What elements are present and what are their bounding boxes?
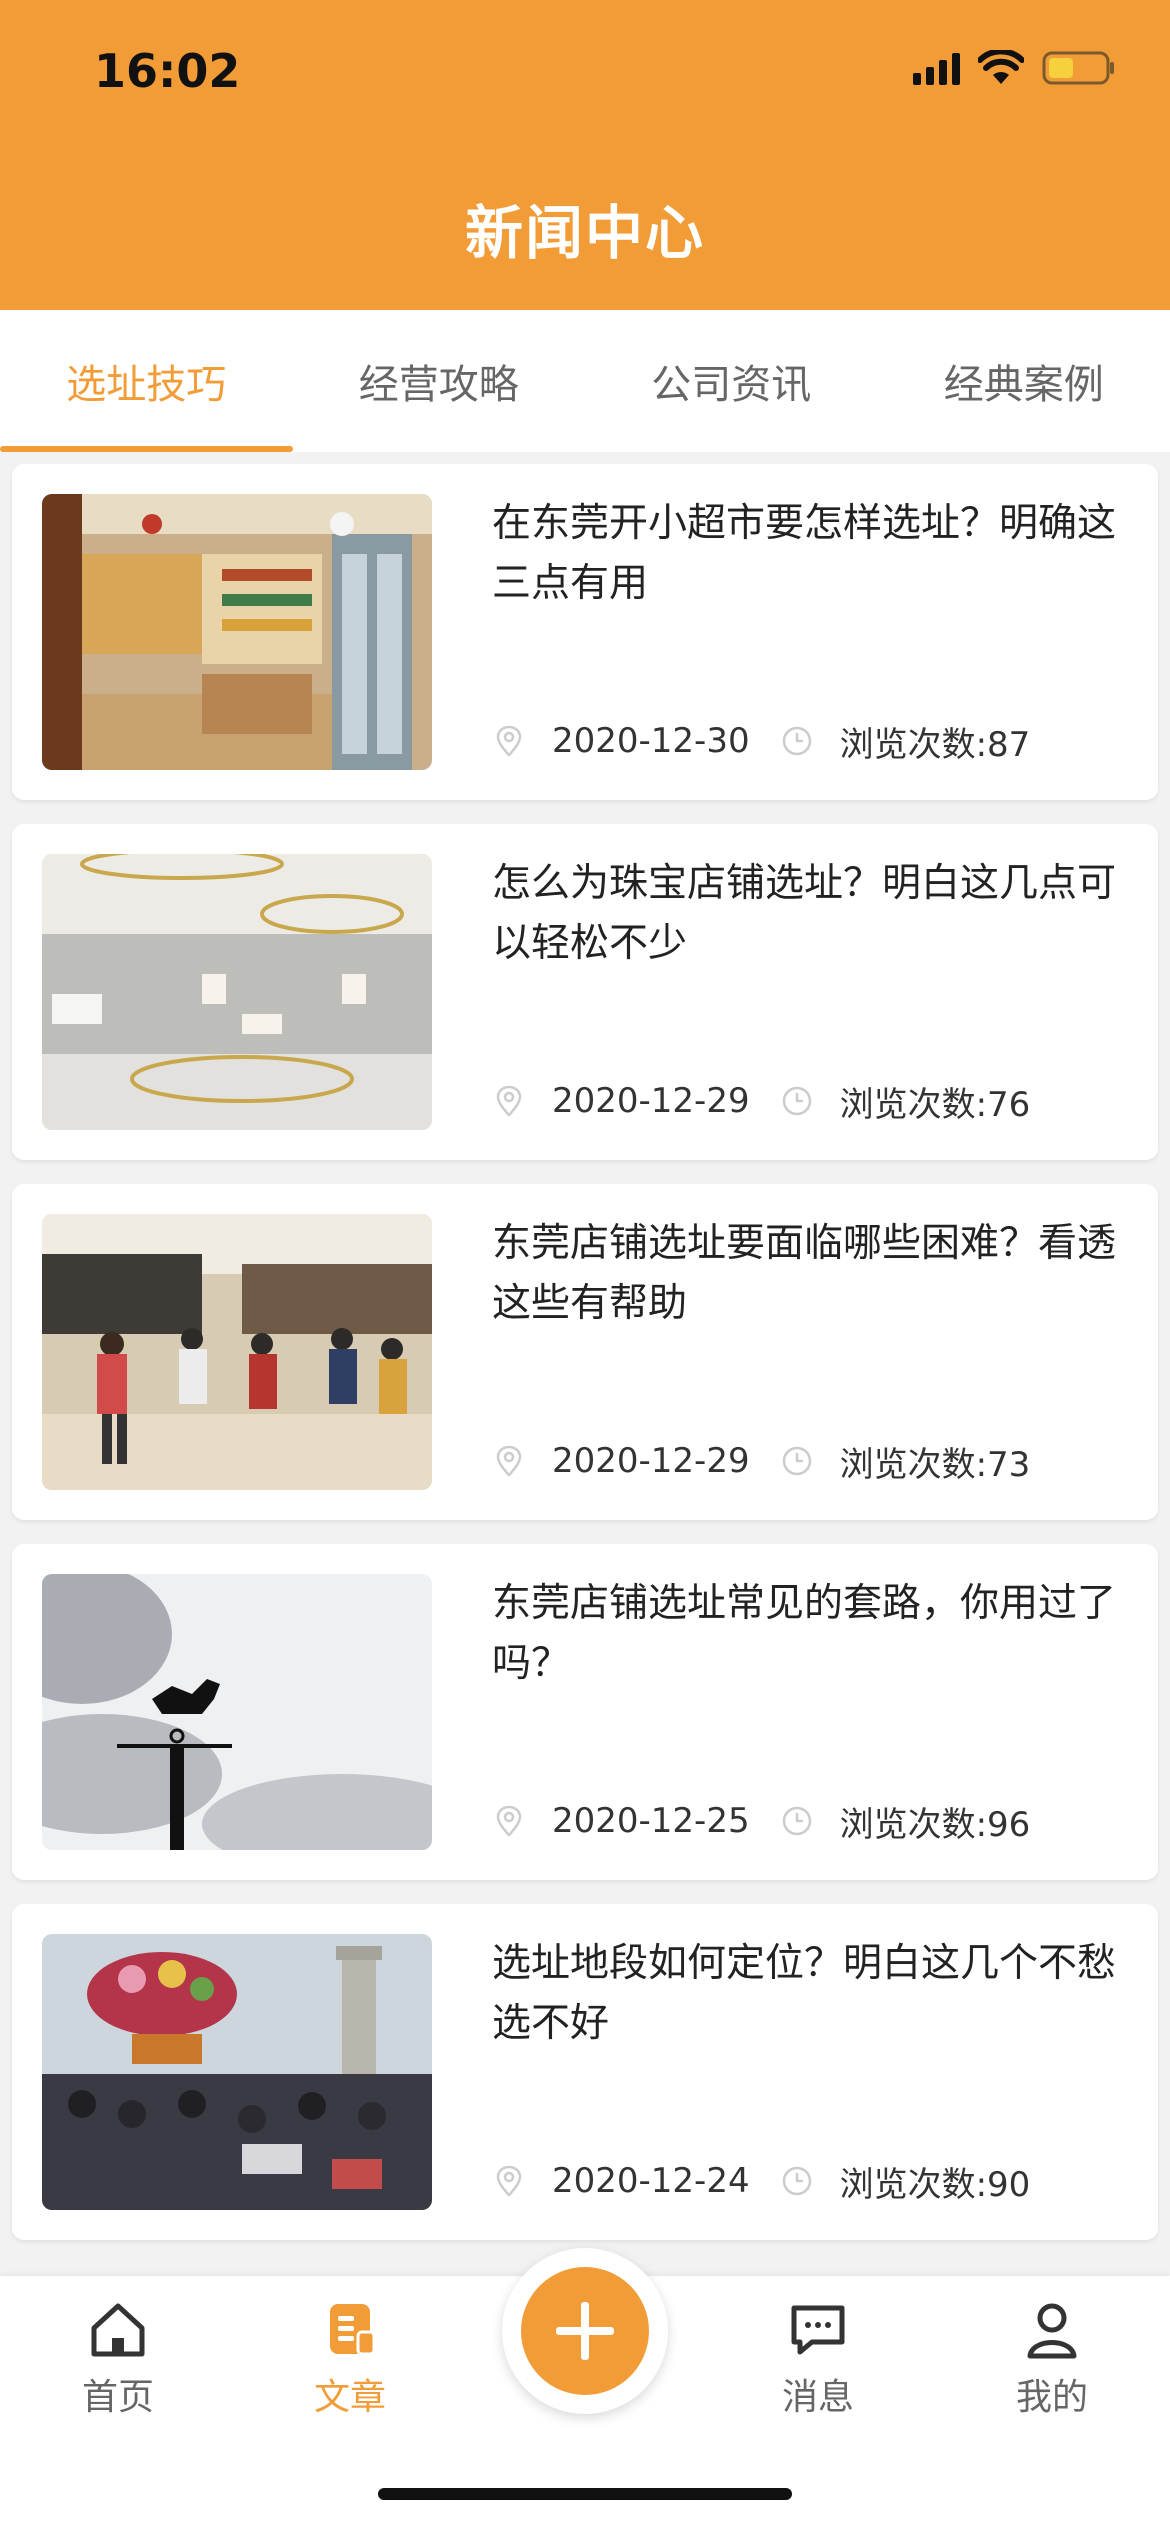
nav-mine-label: 我的 bbox=[1015, 2377, 1088, 2418]
category-tabs: 选址技巧 经营攻略 公司资讯 经典案例 bbox=[0, 310, 1170, 452]
location-pin-icon bbox=[496, 1805, 522, 1837]
article-date: 2020-12-24 bbox=[552, 2161, 750, 2201]
location-pin-icon bbox=[496, 2165, 522, 2197]
article-date: 2020-12-25 bbox=[552, 1801, 750, 1841]
add-button[interactable] bbox=[502, 2248, 668, 2414]
article-title: 东莞店铺选址常见的套路，你用过了吗？ bbox=[492, 1581, 1117, 1686]
article-meta: 2020-12-30 浏览次数:87 bbox=[492, 716, 1132, 766]
tab-classic-cases[interactable]: 经典案例 bbox=[878, 310, 1170, 452]
tab-business-strategy[interactable]: 经营攻略 bbox=[293, 310, 586, 452]
clock-icon bbox=[782, 1446, 811, 1476]
article-views: 浏览次数:96 bbox=[839, 1804, 1031, 1845]
clock-icon bbox=[782, 726, 811, 756]
article-thumbnail-mall-crowd bbox=[42, 1214, 432, 1490]
article-title: 选址地段如何定位？明白这几个不愁选不好 bbox=[492, 1941, 1117, 2046]
article-card[interactable]: 在东莞开小超市要怎样选址？明确这三点有用 2020-12-30 浏览次数:87 bbox=[12, 464, 1158, 800]
article-title: 怎么为珠宝店铺选址？明白这几点可以轻松不少 bbox=[492, 861, 1117, 966]
article-thumbnail-supermarket bbox=[42, 494, 432, 770]
article-card[interactable]: 怎么为珠宝店铺选址？明白这几点可以轻松不少 2020-12-29 浏览次数:76 bbox=[12, 824, 1158, 1160]
clock-icon bbox=[782, 2166, 811, 2196]
article-card[interactable]: 选址地段如何定位？明白这几个不愁选不好 2020-12-24 浏览次数:90 bbox=[12, 1904, 1158, 2240]
article-title: 东莞店铺选址要面临哪些困难？看透这些有帮助 bbox=[492, 1221, 1117, 1326]
article-meta: 2020-12-29 浏览次数:73 bbox=[492, 1436, 1132, 1486]
clock-icon bbox=[782, 1806, 811, 1836]
article-thumbnail-weather-vane bbox=[42, 1574, 432, 1850]
article-meta: 2020-12-24 浏览次数:90 bbox=[492, 2156, 1132, 2206]
clock-icon bbox=[782, 1086, 811, 1116]
nav-home[interactable]: 首页 bbox=[38, 2298, 198, 2420]
status-time: 16:02 bbox=[94, 44, 241, 98]
nav-message-label: 消息 bbox=[781, 2377, 854, 2418]
plus-icon bbox=[521, 2267, 649, 2395]
page-title: 新闻中心 bbox=[464, 199, 705, 267]
tab-site-selection[interactable]: 选址技巧 bbox=[0, 310, 293, 452]
article-views: 浏览次数:76 bbox=[839, 1084, 1031, 1125]
location-pin-icon bbox=[496, 1445, 522, 1477]
nav-article-label: 文章 bbox=[313, 2377, 386, 2418]
location-pin-icon bbox=[496, 725, 522, 757]
nav-mine[interactable]: 我的 bbox=[972, 2298, 1132, 2420]
article-date: 2020-12-29 bbox=[552, 1081, 750, 1121]
wifi-icon bbox=[978, 50, 1024, 86]
article-views: 浏览次数:87 bbox=[839, 724, 1031, 765]
article-meta: 2020-12-29 浏览次数:76 bbox=[492, 1076, 1132, 1126]
article-list: 在东莞开小超市要怎样选址？明确这三点有用 2020-12-30 浏览次数:87 bbox=[12, 464, 1158, 2264]
article-title: 在东莞开小超市要怎样选址？明确这三点有用 bbox=[492, 501, 1117, 606]
tab-company-news[interactable]: 公司资讯 bbox=[585, 310, 878, 452]
article-thumbnail-square-crowd bbox=[42, 1934, 432, 2210]
battery-icon bbox=[1042, 50, 1116, 86]
user-icon bbox=[1027, 2303, 1077, 2359]
app-header: 16:02 新闻中心 bbox=[0, 0, 1170, 310]
signal-icon bbox=[913, 51, 960, 85]
nav-message[interactable]: 消息 bbox=[738, 2298, 898, 2420]
home-icon bbox=[91, 2303, 145, 2357]
status-icons bbox=[913, 50, 1116, 86]
article-date: 2020-12-29 bbox=[552, 1441, 750, 1481]
article-thumbnail-jewelry bbox=[42, 854, 432, 1130]
location-pin-icon bbox=[496, 1085, 522, 1117]
article-views: 浏览次数:90 bbox=[839, 2164, 1031, 2205]
article-date: 2020-12-30 bbox=[552, 721, 750, 761]
article-views: 浏览次数:73 bbox=[839, 1444, 1031, 1485]
message-icon bbox=[791, 2305, 845, 2355]
article-card[interactable]: 东莞店铺选址常见的套路，你用过了吗？ 2020-12-25 浏览次数:96 bbox=[12, 1544, 1158, 1880]
nav-home-label: 首页 bbox=[81, 2377, 154, 2418]
article-meta: 2020-12-25 浏览次数:96 bbox=[492, 1796, 1132, 1846]
home-indicator bbox=[378, 2488, 792, 2500]
nav-article[interactable]: 文章 bbox=[270, 2298, 430, 2420]
article-icon bbox=[330, 2304, 376, 2356]
article-card[interactable]: 东莞店铺选址要面临哪些困难？看透这些有帮助 2020-12-29 浏览次数:73 bbox=[12, 1184, 1158, 1520]
